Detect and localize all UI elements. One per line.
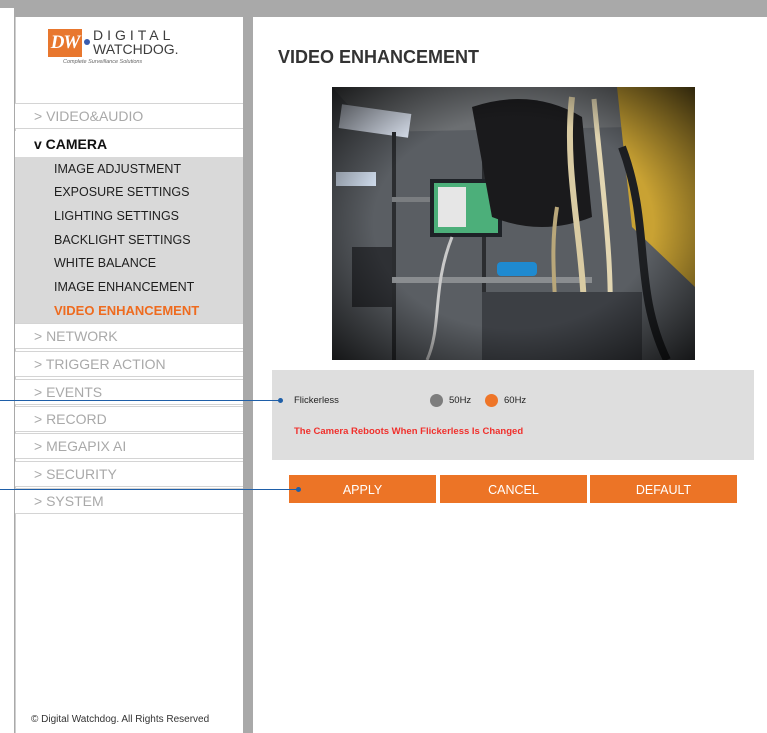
radio-60hz-label: 60Hz bbox=[504, 395, 527, 406]
callout-line-apply bbox=[0, 489, 298, 490]
callout-line-flickerless bbox=[0, 400, 280, 401]
left-margin bbox=[0, 8, 14, 733]
sidebar-item-events[interactable]: > EVENTS bbox=[15, 379, 243, 405]
callout-dot-apply bbox=[296, 487, 301, 492]
sidebar-item-network[interactable]: > NETWORK bbox=[15, 323, 243, 349]
callout-dot-flickerless bbox=[278, 398, 283, 403]
default-button[interactable]: DEFAULT bbox=[590, 475, 737, 503]
logo-line2: WATCHDOG. bbox=[93, 41, 179, 57]
sidebar-item-system[interactable]: > SYSTEM bbox=[15, 488, 243, 514]
copyright-text: © Digital Watchdog. All Rights Reserved bbox=[31, 714, 210, 725]
sidebar-divider bbox=[243, 8, 253, 733]
apply-button[interactable]: APPLY bbox=[289, 475, 436, 503]
reboot-warning: The Camera Reboots When Flickerless Is C… bbox=[294, 426, 524, 437]
sidebar-item-security[interactable]: > SECURITY bbox=[15, 461, 243, 487]
flickerless-panel bbox=[272, 370, 754, 460]
submenu-lighting-settings[interactable]: LIGHTING SETTINGS bbox=[54, 209, 179, 223]
radio-60hz[interactable] bbox=[485, 394, 498, 407]
video-preview bbox=[332, 87, 695, 360]
page-title: VIDEO ENHANCEMENT bbox=[278, 47, 480, 67]
sidebar-item-megapix-ai[interactable]: > MEGAPIX AI bbox=[15, 433, 243, 459]
cancel-button[interactable]: CANCEL bbox=[440, 475, 587, 503]
logo-mark: DW bbox=[48, 29, 82, 57]
submenu-backlight-settings[interactable]: BACKLIGHT SETTINGS bbox=[54, 233, 191, 247]
submenu-white-balance[interactable]: WHITE BALANCE bbox=[54, 256, 156, 270]
brand-logo[interactable]: DW DIGITAL WATCHDOG. Complete Surveillan… bbox=[48, 27, 188, 87]
submenu-video-enhancement[interactable]: VIDEO ENHANCEMENT bbox=[54, 303, 199, 318]
radio-50hz[interactable] bbox=[430, 394, 443, 407]
logo-tagline: Complete Surveillance Solutions bbox=[63, 59, 143, 65]
flickerless-label: Flickerless bbox=[294, 395, 339, 406]
sidebar-item-trigger-action[interactable]: > TRIGGER ACTION bbox=[15, 351, 243, 377]
sidebar-item-video-audio[interactable]: > VIDEO&AUDIO bbox=[15, 103, 243, 129]
sidebar-item-record[interactable]: > RECORD bbox=[15, 406, 243, 432]
submenu-image-enhancement[interactable]: IMAGE ENHANCEMENT bbox=[54, 280, 194, 294]
submenu-image-adjustment[interactable]: IMAGE ADJUSTMENT bbox=[54, 162, 181, 176]
logo-dot bbox=[84, 39, 90, 45]
sidebar-item-camera[interactable]: v CAMERA bbox=[15, 131, 243, 157]
radio-50hz-label: 50Hz bbox=[449, 395, 472, 406]
submenu-exposure-settings[interactable]: EXPOSURE SETTINGS bbox=[54, 185, 189, 199]
